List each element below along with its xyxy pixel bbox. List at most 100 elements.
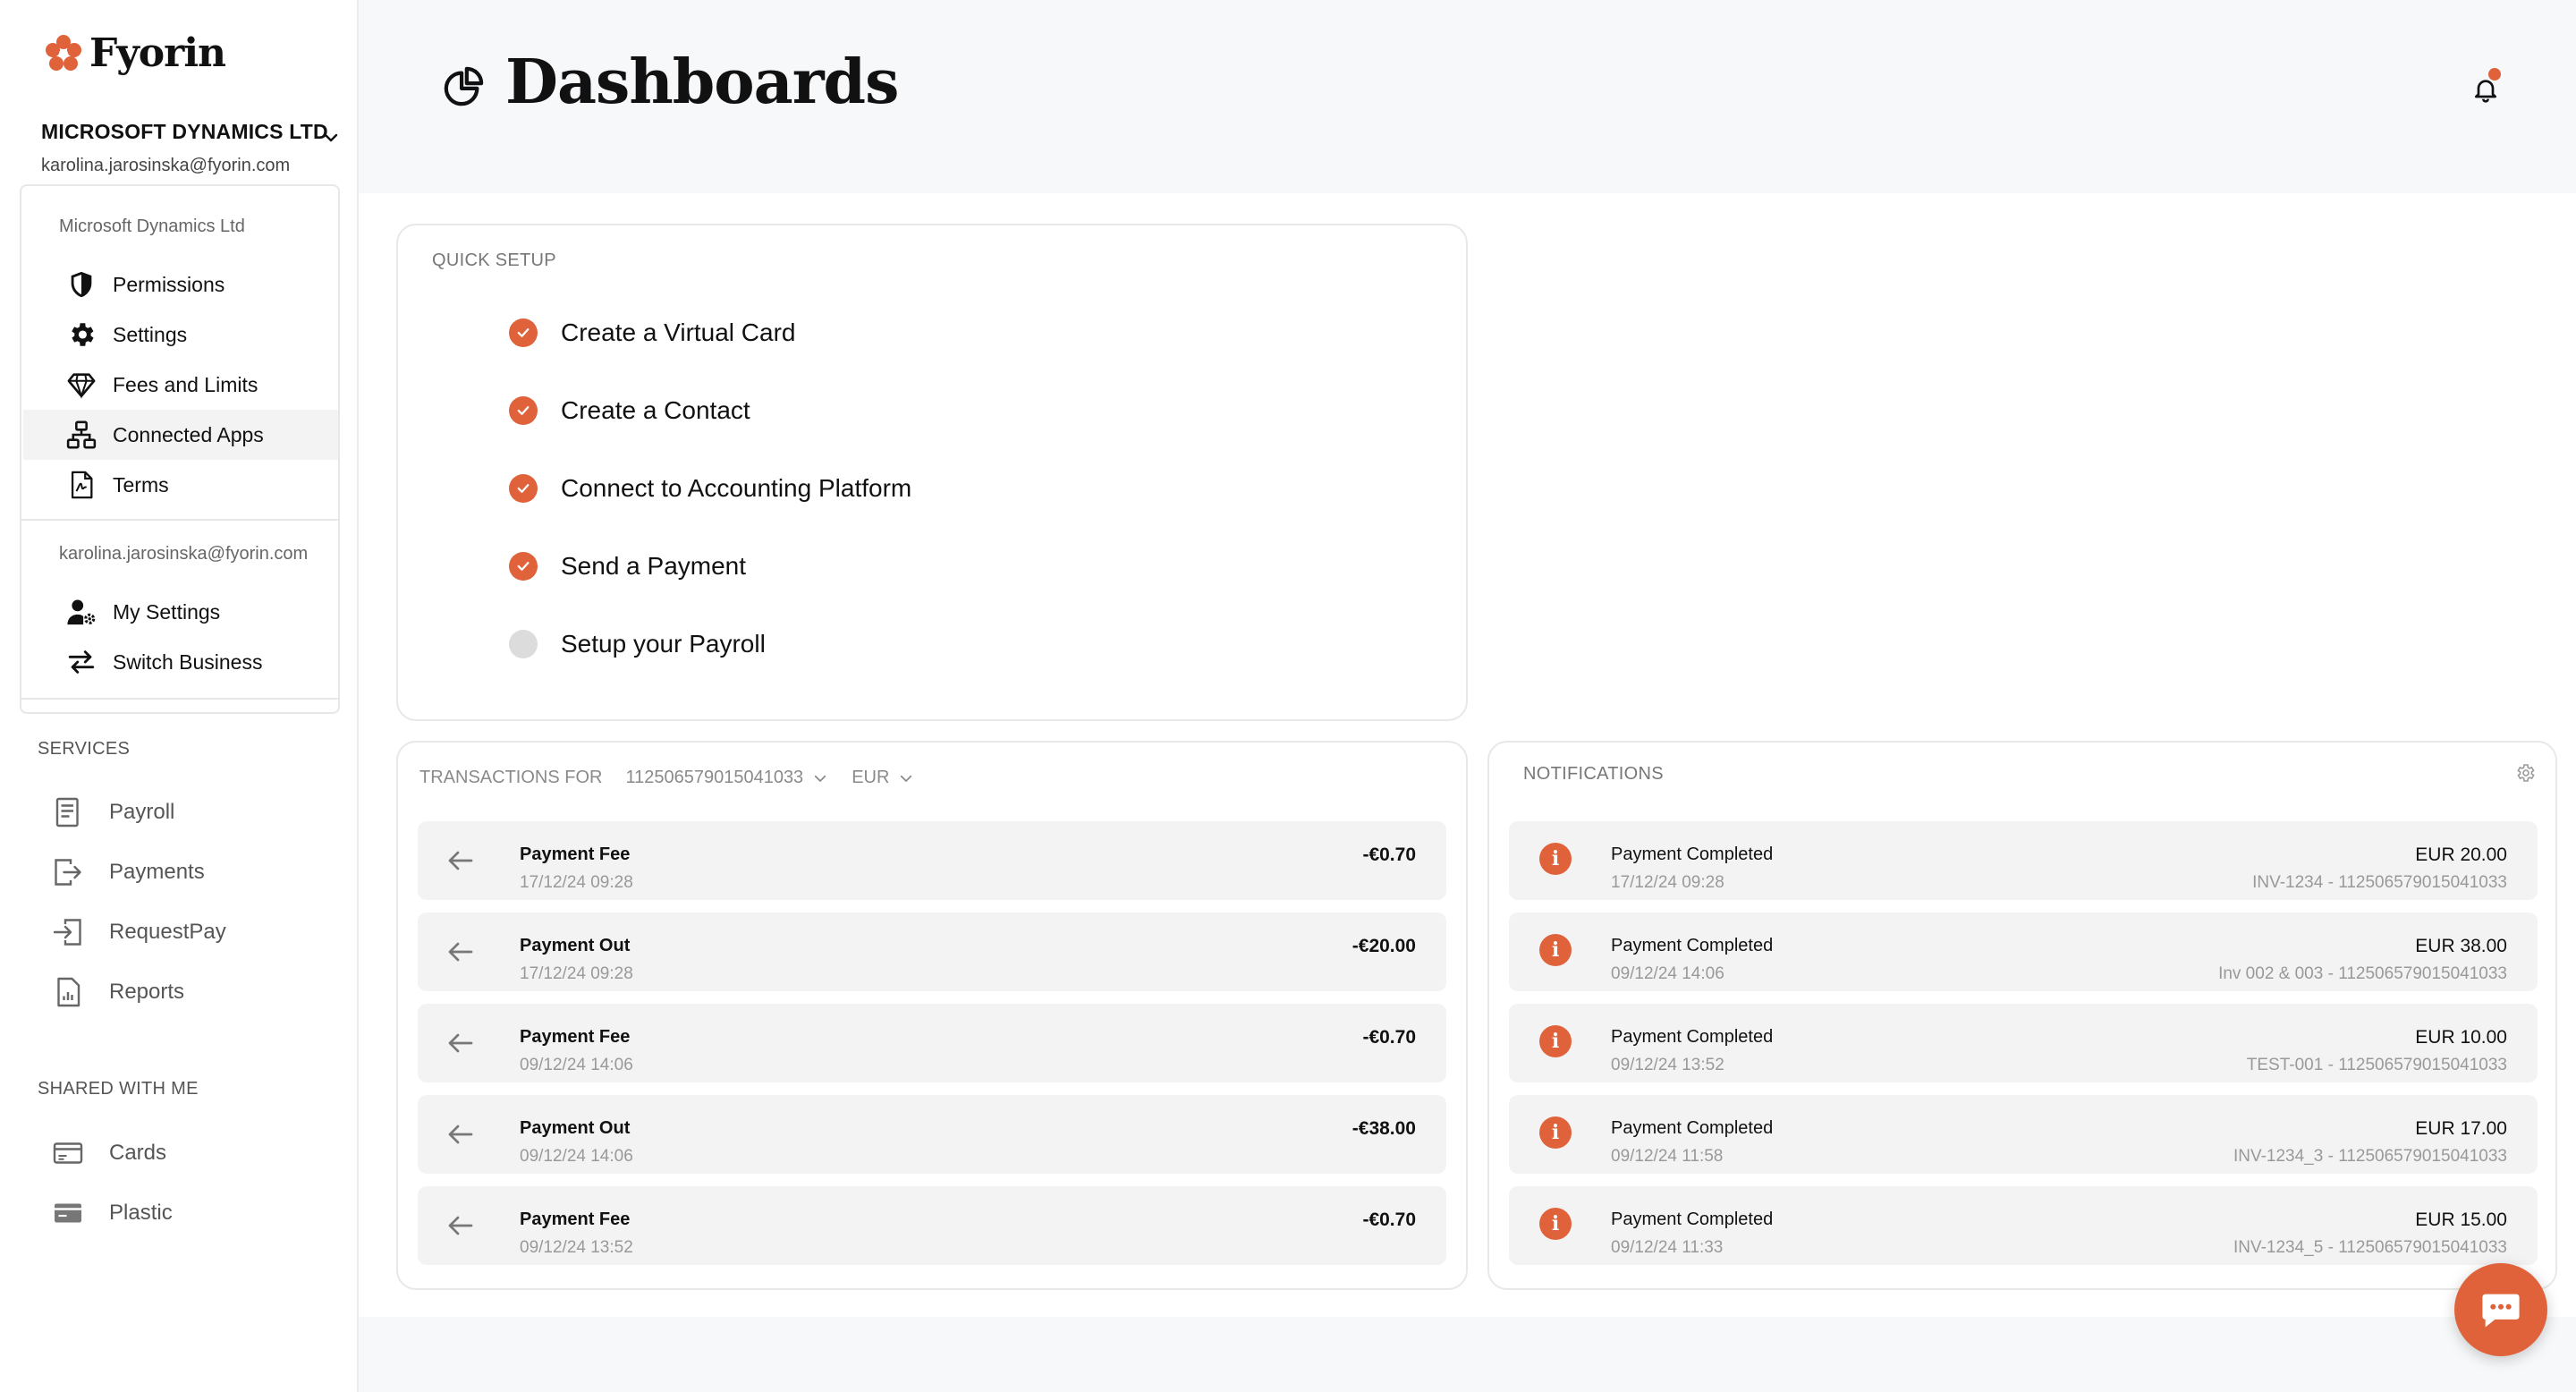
nav-item-payroll[interactable]: Payroll	[52, 790, 174, 835]
business-heading: Microsoft Dynamics Ltd	[59, 216, 245, 236]
quick-setup-card: QUICK SETUP Create a Virtual Card Create…	[396, 224, 1468, 721]
notification-date: 09/12/24 11:58	[1611, 1147, 1724, 1166]
menu-item-label: Switch Business	[113, 649, 263, 674]
notification-date: 09/12/24 13:52	[1611, 1056, 1724, 1074]
notification-reference: Inv 002 & 003 - 112506579015041033	[2218, 964, 2507, 983]
notification-date: 09/12/24 11:33	[1611, 1238, 1724, 1257]
info-icon: i	[1539, 1116, 1572, 1149]
notification-row[interactable]: i Payment Completed 09/12/24 14:06 EUR 3…	[1509, 912, 2538, 991]
transaction-title: Payment Fee	[520, 1027, 631, 1047]
nav-item-label: Cards	[109, 1141, 167, 1165]
menu-item-my-settings[interactable]: My Settings	[23, 587, 338, 637]
diamond-icon	[67, 373, 96, 399]
pending-circle-icon	[509, 630, 538, 658]
main-content: QUICK SETUP Create a Virtual Card Create…	[359, 193, 2576, 1317]
menu-divider	[21, 698, 338, 700]
notification-amount: EUR 20.00	[2415, 845, 2507, 865]
notification-row[interactable]: i Payment Completed 09/12/24 11:33 EUR 1…	[1509, 1186, 2538, 1265]
setup-item-accounting[interactable]: Connect to Accounting Platform	[509, 474, 911, 503]
nav-item-plastic[interactable]: Plastic	[52, 1191, 173, 1235]
payroll-icon	[55, 797, 79, 828]
menu-item-label: Settings	[113, 322, 188, 346]
setup-item-contact[interactable]: Create a Contact	[509, 396, 750, 425]
chevron-down-icon	[901, 775, 912, 782]
chat-button[interactable]	[2454, 1263, 2547, 1356]
notification-title: Payment Completed	[1611, 936, 1774, 955]
brand-name: Fyorin	[89, 30, 226, 76]
arrow-left-icon	[448, 1125, 473, 1144]
user-settings-icon	[67, 599, 96, 625]
notifications-label: NOTIFICATIONS	[1523, 764, 1664, 784]
setup-item-payroll[interactable]: Setup your Payroll	[509, 630, 766, 658]
transaction-date: 17/12/24 09:28	[520, 964, 633, 983]
sidebar: Fyorin MICROSOFT DYNAMICS LTD karolina.j…	[0, 0, 359, 1392]
arrow-left-icon	[448, 1033, 473, 1053]
quick-setup-label: QUICK SETUP	[432, 250, 556, 270]
currency-select[interactable]: EUR	[852, 768, 914, 788]
nav-item-cards[interactable]: Cards	[52, 1131, 166, 1176]
services-label: SERVICES	[38, 739, 131, 759]
menu-item-switch-business[interactable]: Switch Business	[23, 637, 338, 687]
setup-item-label: Create a Contact	[561, 396, 750, 424]
menu-item-terms[interactable]: Terms	[23, 460, 338, 510]
logo[interactable]: Fyorin	[41, 30, 226, 76]
notification-reference: INV-1234_5 - 112506579015041033	[2233, 1238, 2507, 1257]
nav-item-label: Plastic	[109, 1201, 173, 1225]
transaction-row[interactable]: Payment Fee 09/12/24 13:52 -€0.70	[418, 1186, 1446, 1265]
setup-item-virtual-card[interactable]: Create a Virtual Card	[509, 318, 796, 347]
menu-item-label: My Settings	[113, 599, 221, 624]
account-select[interactable]: 112506579015041033	[625, 768, 828, 788]
user-heading: karolina.jarosinska@fyorin.com	[59, 544, 309, 564]
menu-item-settings[interactable]: Settings	[23, 310, 338, 360]
account-menu: Microsoft Dynamics Ltd Permissions Setti…	[20, 184, 340, 714]
menu-divider	[21, 519, 338, 521]
gear-icon[interactable]	[2514, 762, 2536, 784]
setup-item-label: Send a Payment	[561, 552, 747, 580]
transaction-row[interactable]: Payment Out 17/12/24 09:28 -€20.00	[418, 912, 1446, 991]
shield-icon	[71, 271, 92, 298]
nav-item-requestpay[interactable]: RequestPay	[52, 910, 226, 955]
setup-item-label: Create a Virtual Card	[561, 318, 796, 346]
currency-value: EUR	[852, 768, 890, 787]
menu-item-connected-apps[interactable]: Connected Apps	[23, 410, 338, 460]
notification-row[interactable]: i Payment Completed 09/12/24 13:52 EUR 1…	[1509, 1004, 2538, 1082]
transaction-title: Payment Fee	[520, 845, 631, 864]
company-name[interactable]: MICROSOFT DYNAMICS LTD	[41, 120, 328, 144]
menu-item-permissions[interactable]: Permissions	[23, 259, 338, 310]
setup-item-label: Connect to Accounting Platform	[561, 474, 912, 502]
page-header: Dashboards	[359, 0, 2576, 193]
account-number: 112506579015041033	[625, 768, 804, 787]
info-icon: i	[1539, 1208, 1572, 1240]
reports-icon	[57, 977, 80, 1007]
setup-item-payment[interactable]: Send a Payment	[509, 552, 746, 581]
arrow-left-icon	[448, 942, 473, 962]
plastic-card-icon	[55, 1203, 81, 1223]
transactions-card: TRANSACTIONS FOR 112506579015041033 EUR …	[396, 741, 1468, 1290]
notification-badge	[2488, 68, 2501, 81]
check-icon	[509, 396, 538, 425]
fyorin-logo-icon	[46, 34, 81, 71]
gear-icon	[72, 323, 94, 346]
chevron-down-icon[interactable]	[320, 127, 342, 149]
check-icon	[509, 318, 538, 347]
switch-icon	[68, 650, 95, 674]
transaction-row[interactable]: Payment Out 09/12/24 14:06 -€38.00	[418, 1095, 1446, 1174]
notification-row[interactable]: i Payment Completed 17/12/24 09:28 EUR 2…	[1509, 821, 2538, 900]
nav-item-reports[interactable]: Reports	[52, 970, 184, 1014]
notification-reference: INV-1234_3 - 112506579015041033	[2233, 1147, 2507, 1166]
notification-row[interactable]: i Payment Completed 09/12/24 11:58 EUR 1…	[1509, 1095, 2538, 1174]
info-icon: i	[1539, 934, 1572, 966]
transaction-date: 09/12/24 14:06	[520, 1147, 633, 1166]
check-icon	[509, 552, 538, 581]
transaction-row[interactable]: Payment Fee 09/12/24 14:06 -€0.70	[418, 1004, 1446, 1082]
nav-item-payments[interactable]: Payments	[52, 850, 205, 895]
menu-item-fees-and-limits[interactable]: Fees and Limits	[23, 360, 338, 410]
transaction-amount: -€0.70	[1362, 1027, 1416, 1048]
card-icon	[53, 1142, 83, 1164]
info-icon: i	[1539, 1025, 1572, 1057]
nav-item-label: Payments	[109, 860, 205, 884]
request-pay-icon	[53, 919, 81, 946]
transaction-row[interactable]: Payment Fee 17/12/24 09:28 -€0.70	[418, 821, 1446, 900]
notification-amount: EUR 17.00	[2415, 1118, 2507, 1139]
notification-reference: INV-1234 - 112506579015041033	[2252, 873, 2507, 892]
